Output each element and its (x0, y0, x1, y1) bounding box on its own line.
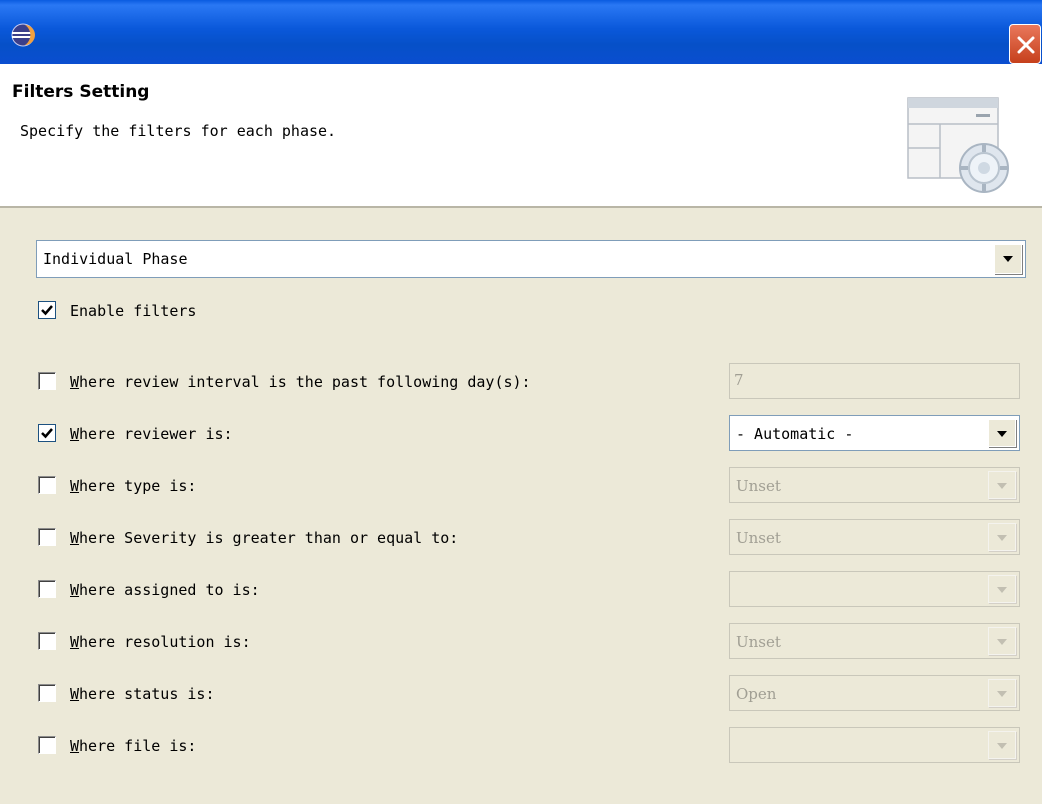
page-description: Specify the filters for each phase. (20, 122, 337, 140)
filter-label-text: here reviewer is: (79, 425, 233, 443)
filter-label-text: here resolution is: (79, 633, 251, 651)
title-bar[interactable] (0, 0, 1042, 64)
mnemonic-letter: W (70, 581, 80, 599)
filter-label-status[interactable]: Where status is: (70, 685, 215, 703)
filter-checkbox-file[interactable] (38, 736, 56, 754)
filter-select-dropdown[interactable] (988, 471, 1016, 499)
dialog-header: Filters Setting Specify the filters for … (0, 64, 1042, 208)
filter-select-dropdown[interactable] (988, 731, 1016, 759)
chevron-down-icon (997, 743, 1007, 749)
filter-select-assigned-to[interactable] (729, 571, 1020, 607)
chevron-down-icon (997, 535, 1007, 541)
close-button[interactable] (1009, 24, 1041, 64)
filter-select-value: Open (736, 685, 777, 703)
filter-label-type[interactable]: Where type is: (70, 477, 196, 495)
filter-checkbox-severity[interactable] (38, 528, 56, 546)
mnemonic-letter: W (70, 529, 80, 547)
filter-label-severity[interactable]: Where Severity is greater than or equal … (70, 529, 458, 547)
checkmark-icon (41, 428, 53, 439)
filter-input-value: 7 (734, 371, 744, 389)
chevron-down-icon (1003, 256, 1013, 262)
filter-label-reviewer[interactable]: Where reviewer is: (70, 425, 233, 443)
filter-select-dropdown[interactable] (988, 523, 1016, 551)
filter-label-review-interval[interactable]: Where review interval is the past follow… (70, 373, 531, 391)
filter-checkbox-reviewer[interactable] (38, 424, 56, 442)
phase-select-value: Individual Phase (43, 250, 188, 268)
filter-select-value: Unset (736, 633, 781, 651)
chevron-down-icon (997, 431, 1007, 437)
filter-checkbox-assigned-to[interactable] (38, 580, 56, 598)
page-title: Filters Setting (12, 82, 150, 102)
filter-checkbox-status[interactable] (38, 684, 56, 702)
dialog-content: Individual Phase Enable filters Where re… (0, 208, 1042, 804)
filter-settings-graphic (900, 92, 1016, 204)
filter-label-file[interactable]: Where file is: (70, 737, 196, 755)
eclipse-icon (10, 22, 36, 48)
mnemonic-letter: W (70, 633, 80, 651)
phase-select[interactable]: Individual Phase (36, 240, 1026, 278)
filter-select-resolution[interactable]: Unset (729, 623, 1020, 659)
enable-filters-label[interactable]: Enable filters (70, 302, 196, 320)
filter-label-text: here Severity is greater than or equal t… (79, 529, 459, 547)
filter-checkbox-review-interval[interactable] (38, 372, 56, 390)
filter-select-dropdown[interactable] (988, 575, 1016, 603)
checkmark-icon (41, 305, 53, 316)
filter-input-review-interval[interactable]: 7 (729, 363, 1020, 399)
mnemonic-letter: W (70, 685, 80, 703)
filter-label-text: here assigned to is: (79, 581, 260, 599)
filter-select-value: - Automatic - (736, 425, 854, 443)
mnemonic-letter: W (70, 373, 80, 391)
filter-select-file[interactable] (729, 727, 1020, 763)
chevron-down-icon (997, 587, 1007, 593)
chevron-down-icon (997, 639, 1007, 645)
filter-checkbox-type[interactable] (38, 476, 56, 494)
filter-label-text: here type is: (79, 477, 197, 495)
filter-select-value: Unset (736, 529, 781, 547)
filter-select-dropdown[interactable] (988, 419, 1016, 447)
filter-label-text: here review interval is the past followi… (79, 373, 531, 391)
filter-label-assigned-to[interactable]: Where assigned to is: (70, 581, 260, 599)
filter-select-type[interactable]: Unset (729, 467, 1020, 503)
filter-label-text: here file is: (79, 737, 197, 755)
filter-checkbox-resolution[interactable] (38, 632, 56, 650)
mnemonic-letter: W (70, 425, 80, 443)
filter-select-dropdown[interactable] (988, 679, 1016, 707)
chevron-down-icon (997, 483, 1007, 489)
filter-select-reviewer[interactable]: - Automatic - (729, 415, 1020, 451)
dialog-window: Filters Setting Specify the filters for … (0, 0, 1042, 804)
chevron-down-icon (997, 691, 1007, 697)
mnemonic-letter: W (70, 477, 80, 495)
filter-select-severity[interactable]: Unset (729, 519, 1020, 555)
phase-select-dropdown[interactable] (994, 244, 1022, 274)
filter-label-resolution[interactable]: Where resolution is: (70, 633, 251, 651)
mnemonic-letter: W (70, 737, 80, 755)
filter-select-value: Unset (736, 477, 781, 495)
filter-select-dropdown[interactable] (988, 627, 1016, 655)
enable-filters-checkbox[interactable] (38, 301, 56, 319)
filter-label-text: here status is: (79, 685, 215, 703)
filter-select-status[interactable]: Open (729, 675, 1020, 711)
